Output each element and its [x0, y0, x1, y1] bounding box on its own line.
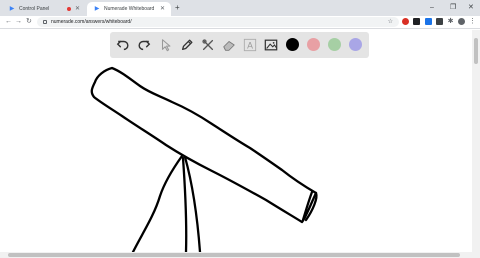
forward-button[interactable]: → [15, 17, 22, 27]
browser-toolbar: ← → ↻ numerade.com/answers/whiteboard/ ☆… [0, 16, 480, 29]
back-button[interactable]: ← [5, 17, 12, 27]
recording-indicator-icon [67, 7, 71, 11]
tab-control-panel[interactable]: ▶ Control Panel ✕ [2, 2, 86, 16]
tab-favicon-icon: ▶ [94, 6, 100, 12]
color-swatch-black[interactable] [286, 38, 299, 51]
extension-dark-icon[interactable] [413, 18, 420, 25]
address-bar[interactable]: numerade.com/answers/whiteboard/ ☆ [37, 17, 399, 27]
vertical-scroll-thumb[interactable] [474, 38, 478, 64]
lock-icon [43, 20, 47, 24]
drawing-stroke-leg-middle [181, 156, 188, 252]
color-swatch-red[interactable] [307, 38, 320, 51]
reload-button[interactable]: ↻ [26, 17, 32, 27]
extension-blue-icon[interactable] [425, 18, 432, 25]
tab-title: Numerade Whiteboard [104, 6, 155, 12]
whiteboard-toolbar: A [110, 32, 369, 58]
redo-icon[interactable] [136, 37, 152, 53]
text-tool-label: A [247, 41, 253, 51]
whiteboard-canvas[interactable]: A [0, 30, 472, 252]
color-swatch-green[interactable] [328, 38, 341, 51]
tab-favicon-icon: ▶ [9, 6, 15, 12]
drawing-stroke-body [90, 66, 318, 224]
close-tab-icon[interactable]: ✕ [160, 5, 165, 13]
tab-title: Control Panel [19, 6, 50, 12]
browser-window: ▶ Control Panel ✕ ▶ Numerade Whiteboard … [0, 0, 480, 258]
horizontal-scroll-thumb[interactable] [8, 253, 460, 257]
bookmark-star-icon[interactable]: ☆ [388, 17, 393, 27]
browser-menu-icon[interactable]: ⋮ [469, 18, 476, 25]
select-icon[interactable] [158, 37, 174, 53]
tab-strip: ▶ Control Panel ✕ ▶ Numerade Whiteboard … [0, 0, 480, 16]
maximize-button[interactable]: ❐ [450, 3, 456, 12]
image-icon[interactable] [263, 37, 279, 53]
new-tab-button[interactable]: + [175, 3, 180, 13]
undo-icon[interactable] [115, 37, 131, 53]
freehand-drawing [90, 66, 318, 252]
tools-icon[interactable] [200, 37, 216, 53]
drawing-stroke-leg-left [131, 154, 184, 252]
vertical-scrollbar[interactable] [472, 30, 480, 252]
color-swatch-blue[interactable] [349, 38, 362, 51]
pen-icon[interactable] [179, 37, 195, 53]
close-window-button[interactable]: ✕ [468, 3, 474, 12]
extensions-puzzle-icon[interactable]: ✱ [447, 18, 454, 25]
close-tab-icon[interactable]: ✕ [75, 5, 80, 13]
extension-grid-icon[interactable] [436, 18, 443, 25]
text-icon[interactable]: A [242, 37, 258, 53]
eraser-icon[interactable] [221, 37, 237, 53]
horizontal-scrollbar[interactable] [0, 252, 480, 258]
extension-record-icon[interactable] [402, 18, 409, 25]
tab-numerade-whiteboard[interactable]: ▶ Numerade Whiteboard ✕ [87, 2, 171, 16]
profile-avatar[interactable] [458, 18, 465, 25]
url-text: numerade.com/answers/whiteboard/ [51, 19, 132, 25]
minimize-button[interactable]: – [430, 3, 434, 12]
